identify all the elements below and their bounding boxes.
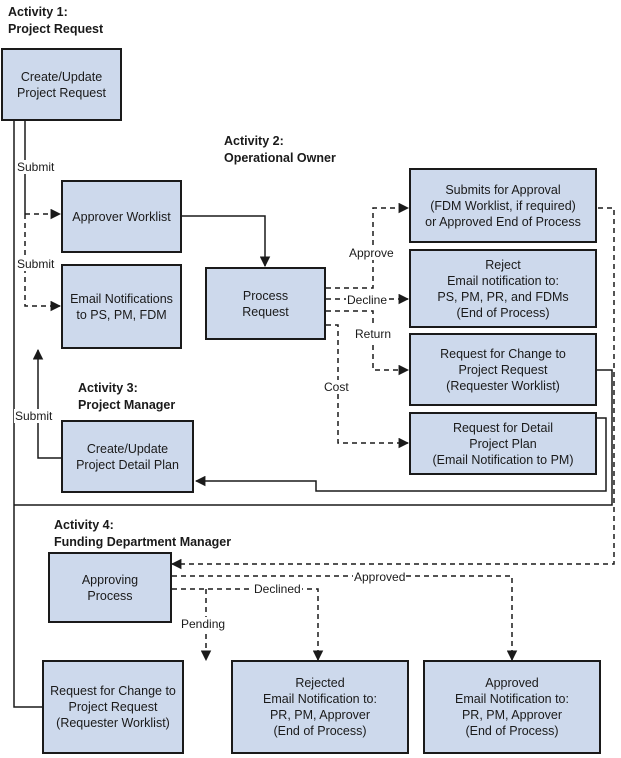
- activity-4-subtitle: Funding Department Manager: [54, 535, 232, 549]
- box-label: Create/Update Project Detail Plan: [76, 441, 179, 472]
- box-label: Rejected Email Notification to: PR, PM, …: [263, 676, 377, 738]
- box-label: Approving Process: [81, 572, 139, 603]
- decline-label: Decline: [346, 293, 389, 307]
- submit-label-3: Submit: [14, 409, 54, 423]
- approving-process-box[interactable]: Approving Process: [48, 552, 172, 623]
- submit-label-2: Submit: [16, 257, 56, 271]
- request-change-box-activity-2[interactable]: Request for Change to Project Request (R…: [409, 333, 597, 406]
- box-label: Create/Update Project Request: [17, 69, 106, 100]
- create-update-project-request-box[interactable]: Create/Update Project Request: [1, 48, 122, 121]
- box-label: Process Request: [242, 288, 289, 319]
- activity-2-title: Activity 2:: [224, 134, 284, 148]
- activity-3-subtitle: Project Manager: [78, 398, 176, 412]
- activity-1-heading: Activity 1: Project Request: [8, 4, 103, 38]
- cost-label: Cost: [323, 380, 350, 394]
- request-detail-plan-box[interactable]: Request for Detail Project Plan (Email N…: [409, 412, 597, 475]
- activity-4-title: Activity 4:: [54, 518, 114, 532]
- approver-worklist-box[interactable]: Approver Worklist: [61, 180, 182, 253]
- approve-label: Approve: [348, 246, 395, 260]
- box-label: Request for Detail Project Plan (Email N…: [432, 420, 574, 467]
- declined-label: Declined: [253, 582, 302, 596]
- activity-2-heading: Activity 2: Operational Owner: [224, 133, 336, 167]
- approved-box[interactable]: Approved Email Notification to: PR, PM, …: [423, 660, 601, 754]
- activity-2-subtitle: Operational Owner: [224, 151, 336, 165]
- approved-label: Approved: [353, 570, 407, 584]
- box-label: Request for Change to Project Request (R…: [50, 684, 176, 730]
- activity-3-heading: Activity 3: Project Manager: [78, 380, 175, 414]
- activity-3-title: Activity 3:: [78, 381, 138, 395]
- submit-label-1: Submit: [16, 160, 56, 174]
- submits-for-approval-box[interactable]: Submits for Approval (FDM Worklist, if r…: [409, 168, 597, 243]
- box-label: Request for Change to Project Request (R…: [440, 346, 566, 393]
- request-change-box-activity-4[interactable]: Request for Change to Project Request (R…: [42, 660, 184, 754]
- rejected-box[interactable]: Rejected Email Notification to: PR, PM, …: [231, 660, 409, 754]
- box-label: Submits for Approval (FDM Worklist, if r…: [425, 182, 581, 229]
- email-notifications-box[interactable]: Email Notifications to PS, PM, FDM: [61, 264, 182, 349]
- box-label: Email Notifications to PS, PM, FDM: [70, 291, 173, 322]
- box-label: Approved Email Notification to: PR, PM, …: [455, 676, 569, 738]
- change2-loop-line: [13, 505, 44, 708]
- worklist-to-process: [182, 215, 271, 268]
- activity-1-subtitle: Project Request: [8, 22, 104, 36]
- box-label: Reject Email notification to: PS, PM, PR…: [437, 257, 569, 320]
- pending-label: Pending: [180, 617, 227, 631]
- return-label: Return: [354, 327, 393, 341]
- reject-box[interactable]: Reject Email notification to: PS, PM, PR…: [409, 249, 597, 328]
- activity-4-heading: Activity 4: Funding Department Manager: [54, 517, 231, 551]
- process-request-box[interactable]: Process Request: [205, 267, 326, 340]
- activity-1-title: Activity 1:: [8, 5, 68, 19]
- create-update-detail-plan-box[interactable]: Create/Update Project Detail Plan: [61, 420, 194, 493]
- submit-detail-line: [32, 348, 62, 459]
- box-label: Approver Worklist: [72, 209, 171, 224]
